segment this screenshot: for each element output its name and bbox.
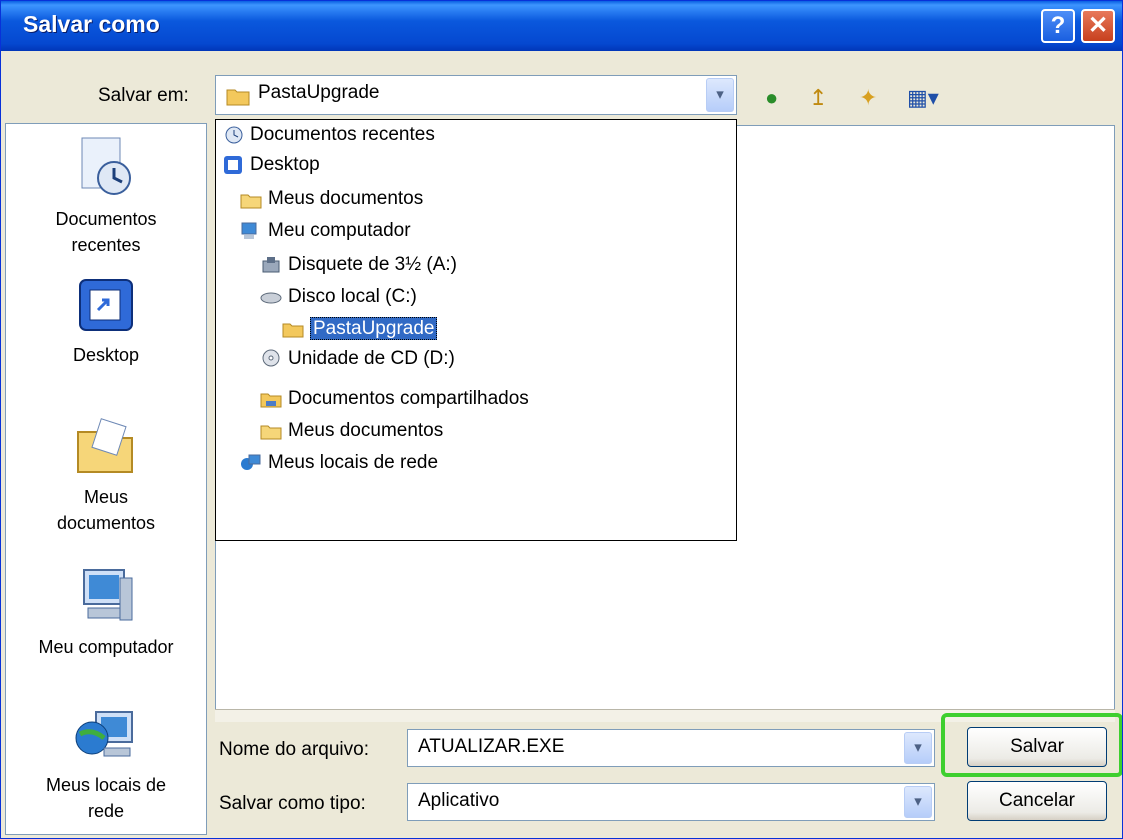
floppy-drive-icon [262, 256, 280, 273]
save-in-label: Salvar em: [98, 85, 189, 106]
folder-icon [282, 323, 304, 338]
place-recent-documents[interactable]: Documentos recentes [6, 134, 206, 258]
views-menu-icon[interactable]: ▦▾ [907, 85, 939, 111]
place-my-documents[interactable]: Meus documentos [6, 414, 206, 536]
cancel-button[interactable]: Cancelar [967, 781, 1107, 821]
location-item[interactable]: Meus documentos [240, 184, 423, 214]
recent-documents-icon [81, 137, 131, 195]
save-in-value: PastaUpgrade [258, 82, 380, 103]
close-button[interactable]: ✕ [1081, 9, 1115, 43]
chevron-down-icon[interactable]: ▾ [904, 786, 932, 818]
location-item-selected[interactable]: PastaUpgrade [282, 314, 438, 344]
my-documents-icon [77, 418, 133, 473]
save-button[interactable]: Salvar [967, 727, 1107, 767]
location-item[interactable]: Unidade de CD (D:) [260, 344, 455, 374]
my-documents-icon [240, 194, 262, 209]
chevron-down-icon[interactable]: ▾ [904, 732, 932, 764]
place-label-line2: rede [87, 801, 125, 821]
my-computer-icon [241, 222, 257, 239]
location-item[interactable]: Desktop [222, 150, 320, 180]
place-network[interactable]: Meus locais de rede [6, 704, 206, 824]
location-item[interactable]: Disquete de 3½ (A:) [260, 250, 457, 280]
place-label-line1: Desktop [72, 345, 140, 365]
place-label-line2: recentes [71, 235, 141, 255]
place-label-line1: Meu computador [38, 637, 174, 657]
network-places-icon [75, 711, 133, 757]
filename-label: Nome do arquivo: [219, 739, 369, 760]
filename-value: ATUALIZAR.EXE [418, 736, 565, 757]
places-bar: Documentos recentes Desktop Meus documen… [5, 123, 207, 835]
network-places-icon [241, 454, 261, 470]
location-item[interactable]: Disco local (C:) [260, 282, 417, 312]
hard-disk-icon [260, 292, 282, 304]
filetype-value: Aplicativo [418, 790, 500, 811]
cd-drive-icon [262, 349, 280, 367]
help-button[interactable]: ? [1041, 9, 1075, 43]
folder-icon [260, 425, 282, 440]
place-label-line1: Meus [83, 487, 128, 507]
chevron-down-icon[interactable]: ▾ [706, 78, 734, 112]
my-computer-icon [83, 569, 133, 621]
filetype-select[interactable]: Aplicativo ▾ [407, 783, 935, 821]
location-item[interactable]: Meus locais de rede [240, 448, 438, 478]
shared-folder-icon [260, 393, 282, 408]
place-desktop[interactable]: Desktop [6, 274, 206, 368]
place-my-computer[interactable]: Meu computador [6, 564, 206, 660]
up-folder-icon[interactable]: ↥ [809, 85, 827, 111]
folder-icon [226, 89, 250, 106]
location-dropdown-list[interactable]: Documentos recentes Desktop Meus documen… [215, 119, 737, 541]
desktop-icon [224, 155, 242, 174]
title-bar[interactable]: Salvar como ? ✕ [1, 1, 1122, 51]
location-item[interactable]: Documentos recentes [222, 120, 435, 150]
filetype-label: Salvar como tipo: [219, 793, 366, 814]
back-icon[interactable]: ● [765, 85, 778, 111]
location-item[interactable]: Meus documentos [260, 416, 443, 446]
location-item[interactable]: Meu computador [240, 216, 411, 246]
location-item[interactable]: Documentos compartilhados [260, 384, 529, 414]
place-label-line1: Documentos [55, 209, 157, 229]
desktop-icon [79, 279, 133, 331]
place-label-line2: documentos [56, 513, 156, 533]
place-label-line1: Meus locais de [45, 775, 167, 795]
filename-input[interactable]: ATUALIZAR.EXE ▾ [407, 729, 935, 767]
window-title: Salvar como [23, 11, 160, 37]
new-folder-icon[interactable]: ✦ [859, 85, 877, 111]
save-as-dialog: Salvar como ? ✕ Salvar em: PastaUpgrade … [0, 0, 1123, 839]
save-in-combo[interactable]: PastaUpgrade ▾ [215, 75, 737, 115]
recent-documents-icon [225, 126, 243, 144]
